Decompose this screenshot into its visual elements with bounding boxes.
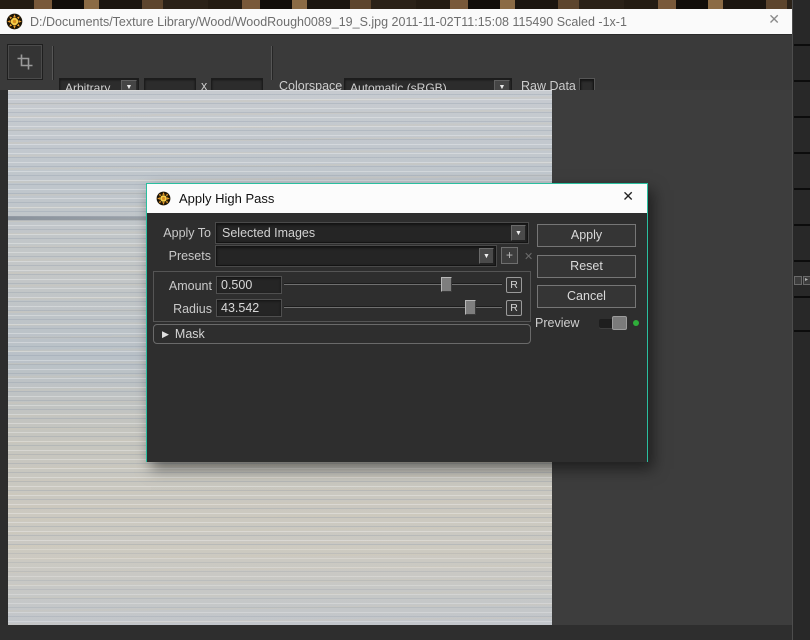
- radius-reset-button[interactable]: R: [506, 300, 522, 316]
- preset-add-button[interactable]: +: [501, 247, 518, 264]
- amount-label: Amount: [157, 279, 212, 293]
- preview-toggle[interactable]: [599, 319, 625, 328]
- apply-button[interactable]: Apply: [537, 224, 636, 247]
- apply-high-pass-dialog: Apply High Pass ✕ Apply To Selected Imag…: [146, 183, 648, 462]
- amount-slider-track[interactable]: [284, 283, 502, 285]
- crop-icon: [16, 53, 34, 71]
- preset-delete-icon[interactable]: ✕: [524, 250, 533, 263]
- chevron-down-icon[interactable]: ▼: [479, 248, 494, 264]
- presets-select[interactable]: ▼: [216, 246, 496, 266]
- crop-tool-button[interactable]: [7, 44, 43, 80]
- radius-input[interactable]: 43.542: [216, 299, 282, 317]
- mask-collapse-icon[interactable]: ▶: [162, 329, 169, 340]
- toolbar: Arbitrary ▼ x Colorspace Automatic (sRGB…: [0, 34, 792, 90]
- radius-label: Radius: [157, 302, 212, 316]
- toolbar-separator: [271, 46, 272, 80]
- apply-to-value: Selected Images: [217, 226, 511, 240]
- apply-to-select[interactable]: Selected Images ▼: [216, 223, 528, 243]
- presets-label: Presets: [151, 249, 211, 263]
- background-wood-texture: [0, 0, 810, 9]
- preview-status-dot: [633, 320, 639, 326]
- apply-to-label: Apply To: [151, 226, 211, 240]
- reset-button[interactable]: Reset: [537, 255, 636, 278]
- wood-grain-band: [8, 545, 552, 625]
- chevron-down-icon[interactable]: ▼: [511, 225, 526, 241]
- amount-slider[interactable]: [284, 277, 502, 292]
- app-screen: D:/Documents/Texture Library/Wood/WoodRo…: [0, 0, 810, 640]
- right-dock-controls: ▸: [793, 276, 810, 288]
- radius-slider[interactable]: [284, 300, 502, 315]
- dialog-titlebar[interactable]: Apply High Pass ✕: [147, 184, 647, 213]
- preview-toggle-knob[interactable]: [612, 316, 627, 330]
- window-close-icon[interactable]: ✕: [768, 11, 780, 28]
- preview-row: Preview: [535, 315, 645, 333]
- mask-section-header[interactable]: ▶ Mask: [153, 324, 531, 344]
- amount-input[interactable]: 0.500: [216, 276, 282, 294]
- dock-restore-icon[interactable]: [794, 276, 802, 285]
- dock-expand-icon[interactable]: ▸: [803, 276, 810, 285]
- amount-slider-thumb[interactable]: [441, 277, 452, 292]
- dialog-app-icon: [156, 191, 171, 206]
- dialog-close-icon[interactable]: ✕: [622, 188, 634, 205]
- right-dock-strip: ▸: [792, 0, 810, 640]
- radius-slider-thumb[interactable]: [465, 300, 476, 315]
- canvas-left-margin: [0, 90, 8, 640]
- window-title: D:/Documents/Texture Library/Wood/WoodRo…: [30, 15, 627, 29]
- amount-reset-button[interactable]: R: [506, 277, 522, 293]
- cancel-button[interactable]: Cancel: [537, 285, 636, 308]
- canvas-bottom-margin: [0, 625, 792, 640]
- preview-label: Preview: [535, 316, 579, 330]
- app-icon: [6, 13, 23, 30]
- window-titlebar: D:/Documents/Texture Library/Wood/WoodRo…: [0, 9, 792, 34]
- dialog-body: Apply To Selected Images ▼ Presets ▼ + ✕…: [147, 213, 647, 462]
- dialog-title: Apply High Pass: [179, 191, 274, 206]
- mask-label: Mask: [175, 327, 205, 341]
- toolbar-separator: [52, 46, 53, 80]
